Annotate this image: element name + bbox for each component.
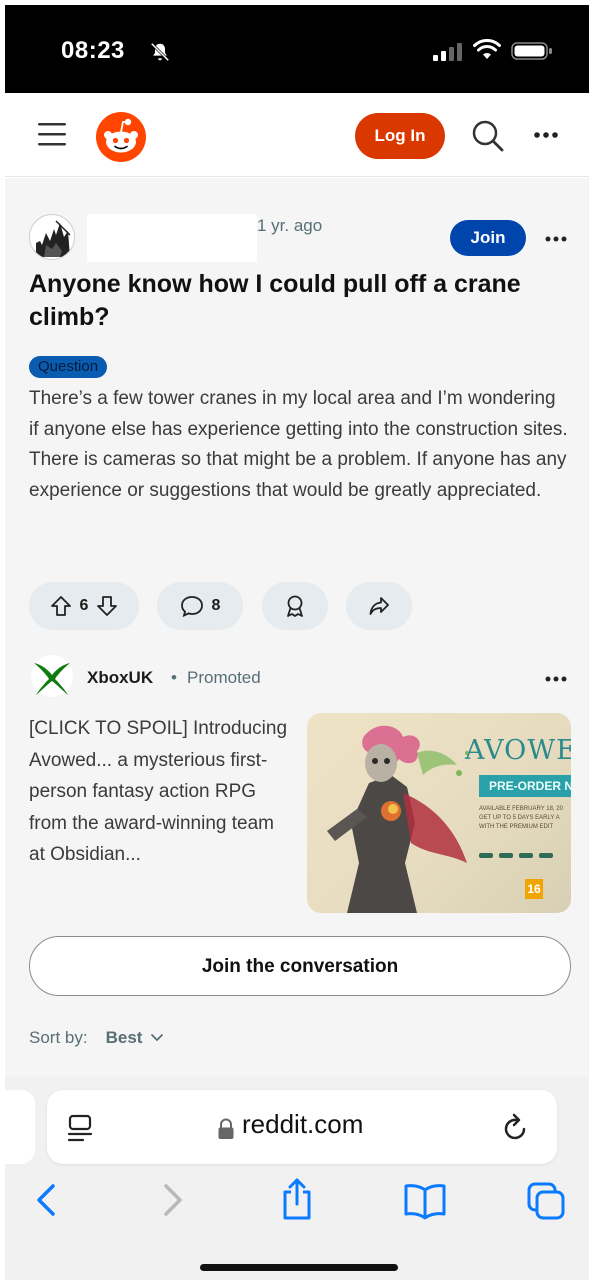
post-title[interactable]: Anyone know how I could pull off a crane… [29,268,574,334]
url-text[interactable]: reddit.com [242,1109,363,1140]
redacted-username [87,214,257,262]
award-button[interactable] [262,582,328,630]
share-button[interactable] [346,582,412,630]
age-rating-badge: 16 [525,879,543,899]
sort-value[interactable]: Best [106,1028,143,1048]
comments-button[interactable]: 8 [157,582,243,630]
promo-text[interactable]: [CLICK TO SPOIL] Introducing Avowed... a… [29,713,289,871]
upvote-icon[interactable] [50,595,72,617]
separator-dot: • [171,668,177,687]
bookmarks-icon[interactable] [403,1180,447,1225]
app-header: Log In [5,93,589,177]
share-icon [369,597,389,615]
login-button[interactable]: Log In [355,113,445,159]
lock-icon [218,1118,234,1139]
back-icon[interactable] [33,1180,59,1225]
downvote-icon[interactable] [96,595,118,617]
reddit-logo[interactable] [95,111,147,163]
comment-count: 8 [211,597,221,614]
promoted-label: Promoted [187,668,261,687]
game-title: AVOWE [465,735,571,766]
previous-tab-peek[interactable] [5,1090,35,1164]
post-body[interactable]: There’s a few tower cranes in my local a… [29,384,569,506]
post-flair[interactable]: Question [29,356,108,378]
address-bar[interactable]: reddit.com [47,1090,557,1164]
search-icon[interactable] [471,119,505,153]
post-time: 1 yr. ago [257,216,323,235]
subreddit-avatar[interactable] [29,214,75,260]
browser-nav [5,1178,589,1230]
post-more-icon[interactable] [545,236,567,242]
preorder-badge: PRE-ORDER NOW [479,775,571,797]
advertiser-name[interactable]: XboxUK [87,668,153,688]
vote-control: 6 [29,582,139,630]
platform-logos [479,853,571,861]
vote-count: 6 [79,597,89,614]
more-icon[interactable] [533,131,559,139]
sort-label: Sort by: [29,1028,88,1047]
promo-fine-print: AVAILABLE FEBRUARY 18, 20 GET UP TO 5 DA… [479,806,563,830]
sort-control[interactable]: Sort by: Best [29,1028,164,1048]
join-button[interactable]: Join [450,220,526,256]
xbox-logo[interactable] [29,653,75,699]
status-bar: 08:23 [5,5,589,93]
chevron-down-icon[interactable] [150,1033,164,1043]
forward-icon[interactable] [160,1180,186,1225]
battery-icon [511,42,552,60]
award-icon [287,595,303,617]
home-indicator[interactable] [200,1264,398,1271]
menu-icon[interactable] [38,121,68,147]
share-icon[interactable] [279,1176,315,1227]
join-conversation-button[interactable]: Join the conversation [29,936,571,996]
promo-more-icon[interactable] [545,676,567,682]
tabs-icon[interactable] [525,1180,567,1227]
main-content: 1 yr. ago Join Anyone know how I could p… [5,178,589,1076]
status-time: 08:23 [61,37,125,64]
reload-icon[interactable] [502,1112,530,1142]
comment-icon [180,596,203,617]
reader-icon[interactable] [67,1114,93,1142]
bell-slash-icon [150,42,170,62]
signal-icon [433,43,462,61]
promo-image[interactable]: AVOWE PRE-ORDER NOW AVAILABLE FEBRUARY 1… [307,713,571,913]
wifi-icon [473,39,501,59]
browser-toolbar: reddit.com [5,1076,589,1280]
